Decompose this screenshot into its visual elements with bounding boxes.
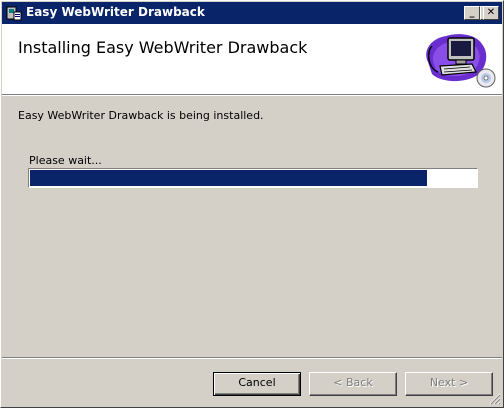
resize-grip-icon[interactable] bbox=[489, 393, 501, 405]
close-button[interactable]: ✕ bbox=[483, 6, 499, 20]
progress-fill bbox=[30, 170, 427, 186]
minimize-icon: _ bbox=[469, 7, 475, 18]
install-progress-bar bbox=[28, 168, 478, 188]
header-divider-highlight bbox=[2, 95, 502, 96]
page-title: Installing Easy WebWriter Drawback bbox=[18, 38, 308, 57]
computer-with-cd-icon bbox=[426, 34, 496, 88]
title-bar[interactable]: Easy WebWriter Drawback _ □ bbox=[2, 2, 502, 24]
close-icon: ✕ bbox=[486, 7, 496, 18]
please-wait-label: Please wait... bbox=[29, 154, 102, 167]
cancel-button[interactable]: Cancel bbox=[213, 372, 301, 396]
install-status-message: Easy WebWriter Drawback is being install… bbox=[18, 109, 264, 122]
footer-divider-highlight bbox=[2, 358, 502, 359]
installer-window: Easy WebWriter Drawback _ □ ✕ Installing… bbox=[0, 0, 504, 408]
wizard-header: Installing Easy WebWriter Drawback bbox=[2, 24, 502, 94]
window-title: Easy WebWriter Drawback bbox=[26, 5, 205, 19]
minimize-button[interactable]: _ bbox=[464, 6, 480, 20]
installer-app-icon bbox=[6, 6, 22, 21]
back-button[interactable]: < Back bbox=[309, 372, 397, 396]
next-button[interactable]: Next > bbox=[405, 372, 493, 396]
